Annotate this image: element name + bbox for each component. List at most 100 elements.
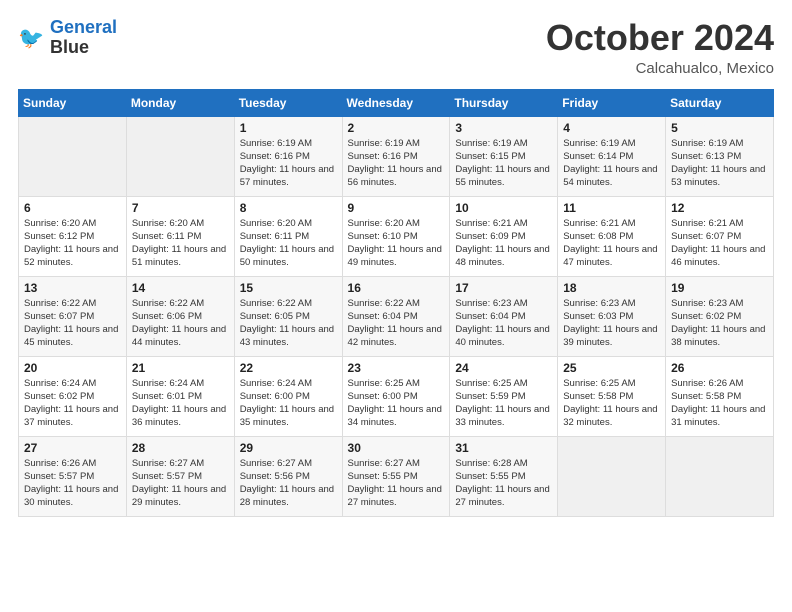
day-detail: Sunrise: 6:28 AMSunset: 5:55 PMDaylight:… xyxy=(455,457,552,510)
col-sunday: Sunday xyxy=(19,89,127,116)
day-number: 31 xyxy=(455,441,552,455)
table-row: 20Sunrise: 6:24 AMSunset: 6:02 PMDayligh… xyxy=(19,356,127,436)
day-number: 1 xyxy=(240,121,337,135)
table-row: 12 Sunrise: 6:21 AMSunset: 6:07 PMDayligh… xyxy=(666,196,774,276)
day-number: 12 xyxy=(671,201,768,215)
month-title: October 2024 xyxy=(546,18,774,58)
day-detail: Sunrise: 6:23 AMSunset: 6:02 PMDaylight:… xyxy=(671,297,768,350)
day-number: 8 xyxy=(240,201,337,215)
table-row: 21 Sunrise: 6:24 AMSunset: 6:01 PMDayligh… xyxy=(126,356,234,436)
table-row: 5 Sunrise: 6:19 AMSunset: 6:13 PMDaylight… xyxy=(666,116,774,196)
table-row: 10Sunrise: 6:21 AMSunset: 6:09 PMDayligh… xyxy=(450,196,558,276)
col-tuesday: Tuesday xyxy=(234,89,342,116)
day-detail: Sunrise: 6:19 AMSunset: 6:14 PMDaylight:… xyxy=(563,137,660,190)
day-detail: Sunrise: 6:25 AMSunset: 5:58 PMDaylight:… xyxy=(563,377,660,430)
table-row: 28 Sunrise: 6:27 AMSunset: 5:57 PMDayligh… xyxy=(126,436,234,516)
table-row: 24Sunrise: 6:25 AMSunset: 5:59 PMDayligh… xyxy=(450,356,558,436)
day-detail: Sunrise: 6:22 AMSunset: 6:06 PMDaylight:… xyxy=(132,297,229,350)
day-number: 18 xyxy=(563,281,660,295)
calendar-week-row: 13Sunrise: 6:22 AMSunset: 6:07 PMDayligh… xyxy=(19,276,774,356)
table-row: 13Sunrise: 6:22 AMSunset: 6:07 PMDayligh… xyxy=(19,276,127,356)
calendar-week-row: 20Sunrise: 6:24 AMSunset: 6:02 PMDayligh… xyxy=(19,356,774,436)
col-thursday: Thursday xyxy=(450,89,558,116)
day-detail: Sunrise: 6:19 AMSunset: 6:16 PMDaylight:… xyxy=(348,137,445,190)
day-detail: Sunrise: 6:20 AMSunset: 6:11 PMDaylight:… xyxy=(132,217,229,270)
day-number: 25 xyxy=(563,361,660,375)
table-row: 18 Sunrise: 6:23 AMSunset: 6:03 PMDayligh… xyxy=(558,276,666,356)
table-row: 9 Sunrise: 6:20 AMSunset: 6:10 PMDaylight… xyxy=(342,196,450,276)
day-number: 14 xyxy=(132,281,229,295)
table-row: 27 Sunrise: 6:26 AMSunset: 5:57 PMDayligh… xyxy=(19,436,127,516)
table-row: 26 Sunrise: 6:26 AMSunset: 5:58 PMDayligh… xyxy=(666,356,774,436)
table-row: 1 Sunrise: 6:19 AMSunset: 6:16 PMDaylight… xyxy=(234,116,342,196)
day-number: 28 xyxy=(132,441,229,455)
day-number: 13 xyxy=(24,281,121,295)
day-number: 10 xyxy=(455,201,552,215)
day-detail: Sunrise: 6:26 AMSunset: 5:57 PMDaylight:… xyxy=(24,457,121,510)
day-number: 20 xyxy=(24,361,121,375)
logo-text: GeneralBlue xyxy=(50,18,117,58)
day-number: 21 xyxy=(132,361,229,375)
logo-icon: 🐦 xyxy=(18,24,46,52)
day-number: 6 xyxy=(24,201,121,215)
page: 🐦 GeneralBlue October 2024 Calcahualco, … xyxy=(0,0,792,612)
table-row xyxy=(126,116,234,196)
table-row: 11Sunrise: 6:21 AMSunset: 6:08 PMDayligh… xyxy=(558,196,666,276)
day-detail: Sunrise: 6:24 AMSunset: 6:00 PMDaylight:… xyxy=(240,377,337,430)
calendar-week-row: 1 Sunrise: 6:19 AMSunset: 6:16 PMDaylight… xyxy=(19,116,774,196)
col-saturday: Saturday xyxy=(666,89,774,116)
table-row: 15 Sunrise: 6:22 AMSunset: 6:05 PMDayligh… xyxy=(234,276,342,356)
day-number: 11 xyxy=(563,201,660,215)
table-row: 22 Sunrise: 6:24 AMSunset: 6:00 PMDayligh… xyxy=(234,356,342,436)
day-number: 23 xyxy=(348,361,445,375)
header: 🐦 GeneralBlue October 2024 Calcahualco, … xyxy=(18,18,774,77)
day-detail: Sunrise: 6:23 AMSunset: 6:03 PMDaylight:… xyxy=(563,297,660,350)
calendar-week-row: 27 Sunrise: 6:26 AMSunset: 5:57 PMDayligh… xyxy=(19,436,774,516)
day-detail: Sunrise: 6:19 AMSunset: 6:16 PMDaylight:… xyxy=(240,137,337,190)
day-number: 15 xyxy=(240,281,337,295)
day-detail: Sunrise: 6:20 AMSunset: 6:10 PMDaylight:… xyxy=(348,217,445,270)
table-row: 25 Sunrise: 6:25 AMSunset: 5:58 PMDayligh… xyxy=(558,356,666,436)
day-number: 2 xyxy=(348,121,445,135)
table-row: 8 Sunrise: 6:20 AMSunset: 6:11 PMDaylight… xyxy=(234,196,342,276)
logo: 🐦 GeneralBlue xyxy=(18,18,117,58)
day-number: 17 xyxy=(455,281,552,295)
location-title: Calcahualco, Mexico xyxy=(546,60,774,77)
day-number: 16 xyxy=(348,281,445,295)
day-detail: Sunrise: 6:20 AMSunset: 6:12 PMDaylight:… xyxy=(24,217,121,270)
table-row xyxy=(558,436,666,516)
col-friday: Friday xyxy=(558,89,666,116)
table-row: 29 Sunrise: 6:27 AMSunset: 5:56 PMDayligh… xyxy=(234,436,342,516)
table-row xyxy=(19,116,127,196)
day-number: 19 xyxy=(671,281,768,295)
calendar-header-row: Sunday Monday Tuesday Wednesday Thursday… xyxy=(19,89,774,116)
day-number: 27 xyxy=(24,441,121,455)
table-row: 17 Sunrise: 6:23 AMSunset: 6:04 PMDayligh… xyxy=(450,276,558,356)
day-detail: Sunrise: 6:22 AMSunset: 6:04 PMDaylight:… xyxy=(348,297,445,350)
day-detail: Sunrise: 6:22 AMSunset: 6:05 PMDaylight:… xyxy=(240,297,337,350)
day-number: 26 xyxy=(671,361,768,375)
day-number: 24 xyxy=(455,361,552,375)
day-detail: Sunrise: 6:26 AMSunset: 5:58 PMDaylight:… xyxy=(671,377,768,430)
day-detail: Sunrise: 6:27 AMSunset: 5:56 PMDaylight:… xyxy=(240,457,337,510)
day-number: 22 xyxy=(240,361,337,375)
day-detail: Sunrise: 6:21 AMSunset: 6:07 PMDaylight:… xyxy=(671,217,768,270)
day-number: 29 xyxy=(240,441,337,455)
table-row: 16 Sunrise: 6:22 AMSunset: 6:04 PMDayligh… xyxy=(342,276,450,356)
day-detail: Sunrise: 6:27 AMSunset: 5:57 PMDaylight:… xyxy=(132,457,229,510)
col-wednesday: Wednesday xyxy=(342,89,450,116)
day-number: 9 xyxy=(348,201,445,215)
table-row: 30Sunrise: 6:27 AMSunset: 5:55 PMDayligh… xyxy=(342,436,450,516)
day-number: 7 xyxy=(132,201,229,215)
day-number: 5 xyxy=(671,121,768,135)
table-row: 19 Sunrise: 6:23 AMSunset: 6:02 PMDayligh… xyxy=(666,276,774,356)
table-row: 31 Sunrise: 6:28 AMSunset: 5:55 PMDayligh… xyxy=(450,436,558,516)
day-detail: Sunrise: 6:23 AMSunset: 6:04 PMDaylight:… xyxy=(455,297,552,350)
table-row: 14 Sunrise: 6:22 AMSunset: 6:06 PMDayligh… xyxy=(126,276,234,356)
title-block: October 2024 Calcahualco, Mexico xyxy=(546,18,774,77)
day-detail: Sunrise: 6:24 AMSunset: 6:01 PMDaylight:… xyxy=(132,377,229,430)
day-detail: Sunrise: 6:20 AMSunset: 6:11 PMDaylight:… xyxy=(240,217,337,270)
table-row: 23Sunrise: 6:25 AMSunset: 6:00 PMDayligh… xyxy=(342,356,450,436)
table-row: 4Sunrise: 6:19 AMSunset: 6:14 PMDaylight… xyxy=(558,116,666,196)
day-detail: Sunrise: 6:19 AMSunset: 6:13 PMDaylight:… xyxy=(671,137,768,190)
